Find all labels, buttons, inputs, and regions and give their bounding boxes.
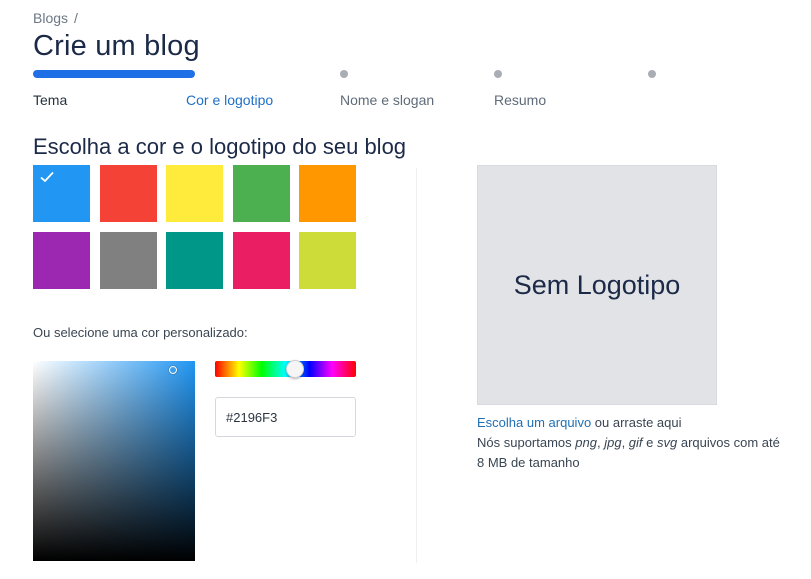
choose-file-link[interactable]: Escolha um arquivo bbox=[477, 415, 591, 430]
upload-instructions: Escolha um arquivo ou arraste aqui Nós s… bbox=[477, 413, 807, 473]
color-swatch[interactable] bbox=[232, 232, 290, 289]
formats-comma: , bbox=[621, 435, 629, 450]
formats-and: e bbox=[642, 435, 657, 450]
step-resumo: Resumo bbox=[494, 92, 547, 108]
logo-placeholder-text: Sem Logotipo bbox=[513, 269, 681, 300]
color-swatch[interactable] bbox=[99, 232, 157, 289]
step-dot-final bbox=[648, 70, 656, 78]
color-swatch[interactable] bbox=[299, 165, 356, 222]
upload-suffix: ou arraste aqui bbox=[591, 415, 682, 430]
formats-suffix: arquivos com até bbox=[677, 435, 780, 450]
vertical-divider bbox=[416, 168, 417, 563]
format-png: png bbox=[575, 435, 597, 450]
step-dot-resumo bbox=[494, 70, 502, 78]
hue-slider[interactable] bbox=[215, 360, 356, 378]
format-gif: gif bbox=[628, 435, 643, 450]
saturation-value-picker[interactable] bbox=[33, 361, 195, 561]
page-title: Crie um blog bbox=[33, 30, 200, 62]
progress-stepper: Tema Cor e logotipo Nome e slogan Resumo bbox=[33, 68, 673, 113]
color-swatch[interactable] bbox=[33, 165, 90, 222]
breadcrumb-separator: / bbox=[74, 10, 78, 26]
step-cor-logotipo[interactable]: Cor e logotipo bbox=[186, 92, 273, 108]
hue-slider-knob[interactable] bbox=[286, 360, 304, 378]
check-icon bbox=[40, 171, 54, 183]
format-svg: svg bbox=[657, 435, 678, 450]
color-swatch[interactable] bbox=[232, 165, 290, 222]
custom-color-label: Ou selecione uma cor personalizado: bbox=[33, 325, 248, 340]
step-nome-slogan: Nome e slogan bbox=[340, 92, 435, 108]
step-dot-nome bbox=[340, 70, 348, 78]
breadcrumb-item-blogs[interactable]: Blogs bbox=[33, 10, 68, 26]
color-swatch[interactable] bbox=[299, 232, 356, 289]
hex-color-input[interactable] bbox=[215, 397, 356, 437]
formats-prefix: Nós suportamos bbox=[477, 435, 576, 450]
format-jpg: jpg bbox=[604, 435, 622, 450]
color-swatch[interactable] bbox=[99, 165, 157, 222]
progress-bar bbox=[33, 70, 195, 78]
color-swatch[interactable] bbox=[166, 232, 223, 289]
color-swatch[interactable] bbox=[33, 232, 90, 289]
section-title: Escolha a cor e o logotipo do seu blog bbox=[33, 134, 407, 159]
color-swatch[interactable] bbox=[166, 165, 223, 222]
max-size-text: 8 MB de tamanho bbox=[477, 455, 580, 470]
step-tema[interactable]: Tema bbox=[33, 92, 67, 108]
breadcrumb: Blogs / bbox=[33, 10, 78, 26]
sv-handle[interactable] bbox=[169, 366, 177, 374]
logo-preview[interactable]: Sem Logotipo bbox=[477, 165, 717, 405]
